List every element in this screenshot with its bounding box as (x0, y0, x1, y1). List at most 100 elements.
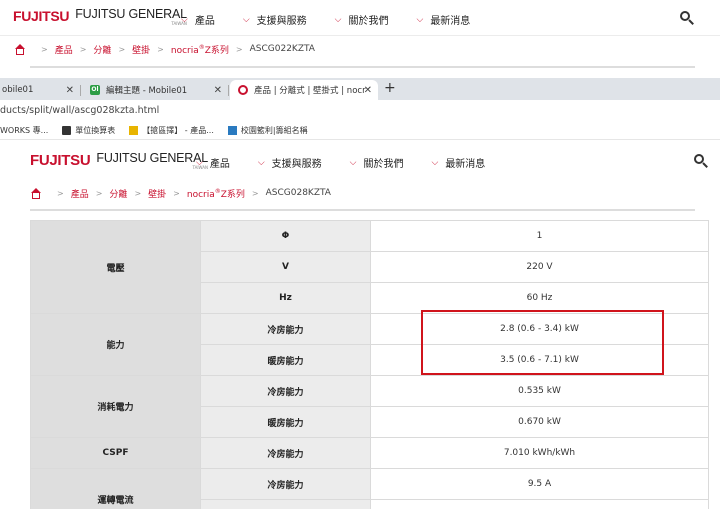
tab-title: obile01 (2, 85, 34, 95)
spec-key: 暖房能力 (200, 344, 371, 376)
search-icon[interactable] (680, 11, 694, 25)
fujitsu-logo[interactable]: FUJITSU FUJITSU GENERAL TAIWAN (13, 8, 187, 26)
browser-tab-active[interactable]: 產品 | 分離式 | 壁掛式 | nocria®Z... ✕ (230, 80, 378, 100)
page-header: FUJITSU FUJITSU GENERAL TAIWAN ⌵ 產品 ⌵ 支援與服… (0, 142, 720, 180)
nav-label: 支援與服務 (271, 159, 322, 170)
browser-tab-bar: obile01 ✕ Ol 編輯主題 - Mobile01 ✕ 產品 | 分離式 … (0, 78, 720, 100)
spec-group-voltage: 電壓 (30, 220, 201, 314)
nav-label: 最新消息 (445, 159, 486, 170)
nav-label: 產品 (209, 159, 230, 170)
spec-key: 冷房能力 (200, 468, 371, 500)
table-row: 電壓 Φ 1 (30, 220, 709, 314)
table-row: CSPF 冷房能力 7.010 kWh/kWh (30, 437, 709, 469)
spec-value: 9.5 A (370, 468, 709, 500)
breadcrumb-series[interactable]: nocria®Z系列 (187, 187, 245, 200)
nav-label: 關於我們 (348, 16, 389, 27)
browser-tab[interactable]: Ol 編輯主題 - Mobile01 ✕ (84, 80, 229, 100)
nav-products[interactable]: ⌵ 產品 (181, 12, 215, 28)
breadcrumb: > 產品 > 分離 > 壁掛 > nocria®Z系列 > ASCG028KZT… (0, 180, 720, 206)
nav-about[interactable]: ⌵ 關於我們 (334, 12, 389, 28)
chevron-down-icon: ⌵ (181, 14, 188, 25)
breadcrumb-products[interactable]: 產品 (55, 43, 73, 56)
nav-label: 支援與服務 (256, 16, 307, 27)
spec-value: 1 (370, 220, 709, 252)
breadcrumb-series[interactable]: nocria®Z系列 (171, 43, 229, 56)
home-icon[interactable] (30, 187, 42, 199)
spec-table: 電壓 Φ 1 V 220 V Hz 60 Hz 能力 冷房能力 2.8 (0.6… (30, 220, 709, 509)
spec-value: 0.535 kW (370, 375, 709, 407)
breadcrumb-wall[interactable]: 壁掛 (132, 43, 150, 56)
spec-group-current: 運轉電流 (30, 468, 201, 509)
breadcrumb-current: ASCG028KZTA (265, 188, 331, 198)
breadcrumb-wall[interactable]: 壁掛 (148, 187, 166, 200)
tab-title: 編輯主題 - Mobile01 (106, 86, 188, 96)
spec-value: 3.5 (0.6 - 7.1) kW (370, 344, 709, 376)
top-header: FUJITSU FUJITSU GENERAL TAIWAN ⌵ 產品 ⌵ 支援與服… (0, 0, 720, 36)
chevron-down-icon: ⌵ (416, 14, 424, 25)
chevron-down-icon: ⌵ (196, 157, 203, 168)
close-icon[interactable]: ✕ (66, 85, 74, 96)
divider (30, 209, 695, 211)
main-nav: ⌵ 產品 ⌵ 支援與服務 ⌵ 關於我們 ⌵ 最新消息 (181, 12, 498, 28)
brand-region: TAIWAN (171, 20, 187, 26)
brand-name: FUJITSU GENERAL (96, 151, 209, 165)
table-row: 消耗電力 冷房能力 0.535 kW (30, 375, 709, 438)
chevron-down-icon: ⌵ (257, 157, 265, 168)
chevron-down-icon: ⌵ (242, 14, 250, 25)
divider (30, 66, 695, 68)
bookmark-item[interactable]: WORKS 專... (0, 125, 48, 136)
spec-value: 2.8 (0.6 - 3.4) kW (370, 313, 709, 345)
nav-about[interactable]: ⌵ 關於我們 (349, 155, 404, 171)
main-nav: ⌵ 產品 ⌵ 支援與服務 ⌵ 關於我們 ⌵ 最新消息 (196, 155, 513, 171)
address-bar[interactable]: ducts/split/wall/ascg028kzta.html (0, 100, 720, 122)
nav-products[interactable]: ⌵ 產品 (196, 155, 230, 171)
browser-tab[interactable]: obile01 ✕ (0, 80, 81, 100)
new-tab-button[interactable]: + (384, 80, 396, 96)
bookmark-icon (129, 126, 139, 135)
bookmark-icon (227, 126, 237, 135)
chevron-down-icon: ⌵ (431, 157, 439, 168)
fujitsu-logo[interactable]: FUJITSU FUJITSU GENERAL TAIWAN (30, 152, 208, 170)
spec-group-cspf: CSPF (30, 437, 201, 469)
home-icon[interactable] (14, 43, 26, 55)
tab-title: 產品 | 分離式 | 壁掛式 | nocria®Z... (254, 86, 366, 96)
brand-name: FUJITSU GENERAL (75, 7, 187, 21)
table-row: 能力 冷房能力 2.8 (0.6 - 3.4) kW (30, 313, 709, 376)
spec-key: 冷房能力 (200, 375, 371, 407)
chevron-down-icon: ⌵ (334, 14, 342, 25)
breadcrumb: > 產品 > 分離 > 壁掛 > nocria®Z系列 > ASCG022KZT… (0, 36, 720, 62)
spec-key: Φ (200, 220, 371, 252)
mobile01-icon: Ol (90, 85, 100, 95)
bookmark-item[interactable]: 【搶區擇】 - 產品... (129, 125, 214, 136)
nav-label: 產品 (194, 16, 215, 27)
brand-region: TAIWAN (192, 164, 209, 170)
bookmark-item[interactable]: 校園籃利|籌組名稱 (227, 125, 308, 136)
spec-value: 220 V (370, 251, 709, 283)
fujitsu-favicon (238, 85, 248, 95)
table-row: 運轉電流 冷房能力 9.5 A (30, 468, 709, 509)
search-icon[interactable] (694, 154, 708, 168)
spec-group-power: 消耗電力 (30, 375, 201, 438)
spec-key (200, 499, 371, 509)
brand-mark: FUJITSU (30, 152, 91, 169)
nav-news[interactable]: ⌵ 最新消息 (416, 12, 471, 28)
spec-key: V (200, 251, 371, 283)
spec-group-capacity: 能力 (30, 313, 201, 376)
nav-label: 關於我們 (363, 159, 404, 170)
chevron-down-icon: ⌵ (349, 157, 357, 168)
spec-key: 冷房能力 (200, 313, 371, 345)
bookmark-item[interactable]: 單位換算表 (62, 125, 115, 136)
nav-label: 最新消息 (430, 16, 471, 27)
breadcrumb-split[interactable]: 分離 (93, 43, 111, 56)
breadcrumb-split[interactable]: 分離 (109, 187, 127, 200)
close-icon[interactable]: ✕ (214, 85, 222, 96)
spec-key: 冷房能力 (200, 437, 371, 469)
nav-support[interactable]: ⌵ 支援與服務 (257, 155, 322, 171)
spec-value (370, 499, 709, 509)
bookmarks-bar: WORKS 專... 單位換算表 【搶區擇】 - 產品... 校園籃利|籌組名稱 (0, 122, 720, 140)
nav-news[interactable]: ⌵ 最新消息 (431, 155, 486, 171)
close-icon[interactable]: ✕ (364, 85, 372, 96)
spec-value: 60 Hz (370, 282, 709, 314)
breadcrumb-products[interactable]: 產品 (71, 187, 89, 200)
nav-support[interactable]: ⌵ 支援與服務 (242, 12, 307, 28)
